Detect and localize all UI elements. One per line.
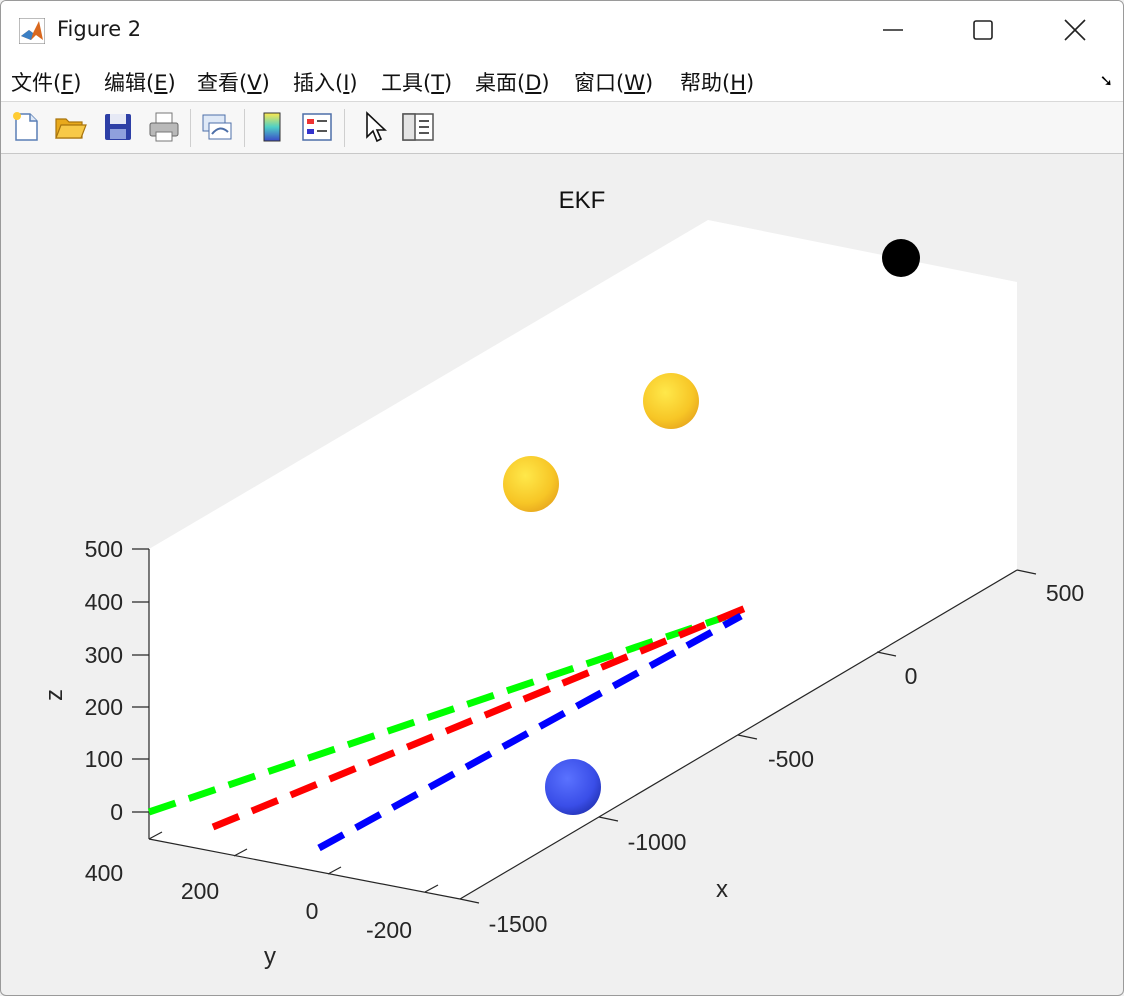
plot-area: EKF 500 400 300 200 100 0 z 400 200 0 -2… [1,154,1123,995]
link-plot-icon[interactable] [200,110,234,144]
z-tick-label: 0 [110,799,123,825]
colorbar-icon[interactable] [255,110,289,144]
x-tick [876,651,897,657]
toolbar-separator [244,109,245,147]
z-tick-label: 300 [85,642,123,668]
save-icon[interactable] [101,110,135,144]
toolbar-separator [190,109,191,147]
y-tick-label: 0 [306,898,319,924]
pointer-icon[interactable] [357,110,391,144]
dock-figure-icon[interactable]: ➘ [1100,71,1113,90]
open-file-icon[interactable] [53,110,87,144]
x-tick-label: 500 [1046,580,1084,606]
x-tick [1016,569,1037,575]
new-figure-icon[interactable] [9,110,43,144]
maximize-button[interactable] [937,1,1029,59]
figure-toolbar [1,102,1123,154]
z-tick-label: 100 [85,746,123,772]
print-icon[interactable] [147,110,181,144]
x-axis-label: x [716,876,728,903]
sphere-marker-2 [545,759,601,815]
maximize-icon [973,20,993,40]
menu-tools[interactable]: 工具(T) [381,67,452,97]
x-tick [598,816,619,822]
x-tick-label: -1000 [628,829,687,855]
chart-title: EKF [559,187,606,214]
matlab-logo-icon [19,18,45,44]
property-inspector-icon[interactable] [401,110,435,144]
menu-desktop[interactable]: 桌面(D) [475,67,550,97]
menu-window[interactable]: 窗口(W) [574,67,653,97]
z-axis-label: z [41,689,68,701]
x-tick-label: 0 [905,663,918,689]
window-title: Figure 2 [57,17,142,41]
legend-icon[interactable] [300,110,334,144]
x-tick-label: -1500 [489,911,548,937]
toolbar-separator [344,109,345,147]
z-tick-label: 200 [85,694,123,720]
sphere-marker-3 [882,239,920,277]
menu-file[interactable]: 文件(F) [11,67,82,97]
x-tick [459,898,480,904]
z-tick-label: 400 [85,589,123,615]
axes-3d[interactable]: EKF 500 400 300 200 100 0 z 400 200 0 -2… [1,154,1123,995]
close-icon [1064,19,1086,41]
figure-window: Figure 2 文件(F) 编辑(E) 查看(V) 插入(I) 工具(T) 桌… [0,0,1124,996]
sphere-marker-1 [643,373,699,429]
title-bar[interactable]: Figure 2 [1,1,1123,59]
menu-edit[interactable]: 编辑(E) [104,67,176,97]
y-tick-label: 400 [85,860,123,886]
y-tick-label: -200 [366,917,412,943]
menu-help[interactable]: 帮助(H) [680,67,754,97]
y-axis-label: y [264,943,276,970]
y-tick-label: 200 [181,878,219,904]
z-tick-label: 500 [85,536,123,562]
menu-view[interactable]: 查看(V) [197,67,270,97]
menu-bar: 文件(F) 编辑(E) 查看(V) 插入(I) 工具(T) 桌面(D) 窗口(W… [1,59,1123,102]
close-button[interactable] [1029,1,1121,59]
minimize-button[interactable] [847,1,939,59]
sphere-marker-0 [503,456,559,512]
x-tick-label: -500 [768,746,814,772]
minimize-icon [883,29,903,31]
x-tick [737,734,758,740]
menu-insert[interactable]: 插入(I) [293,67,358,97]
